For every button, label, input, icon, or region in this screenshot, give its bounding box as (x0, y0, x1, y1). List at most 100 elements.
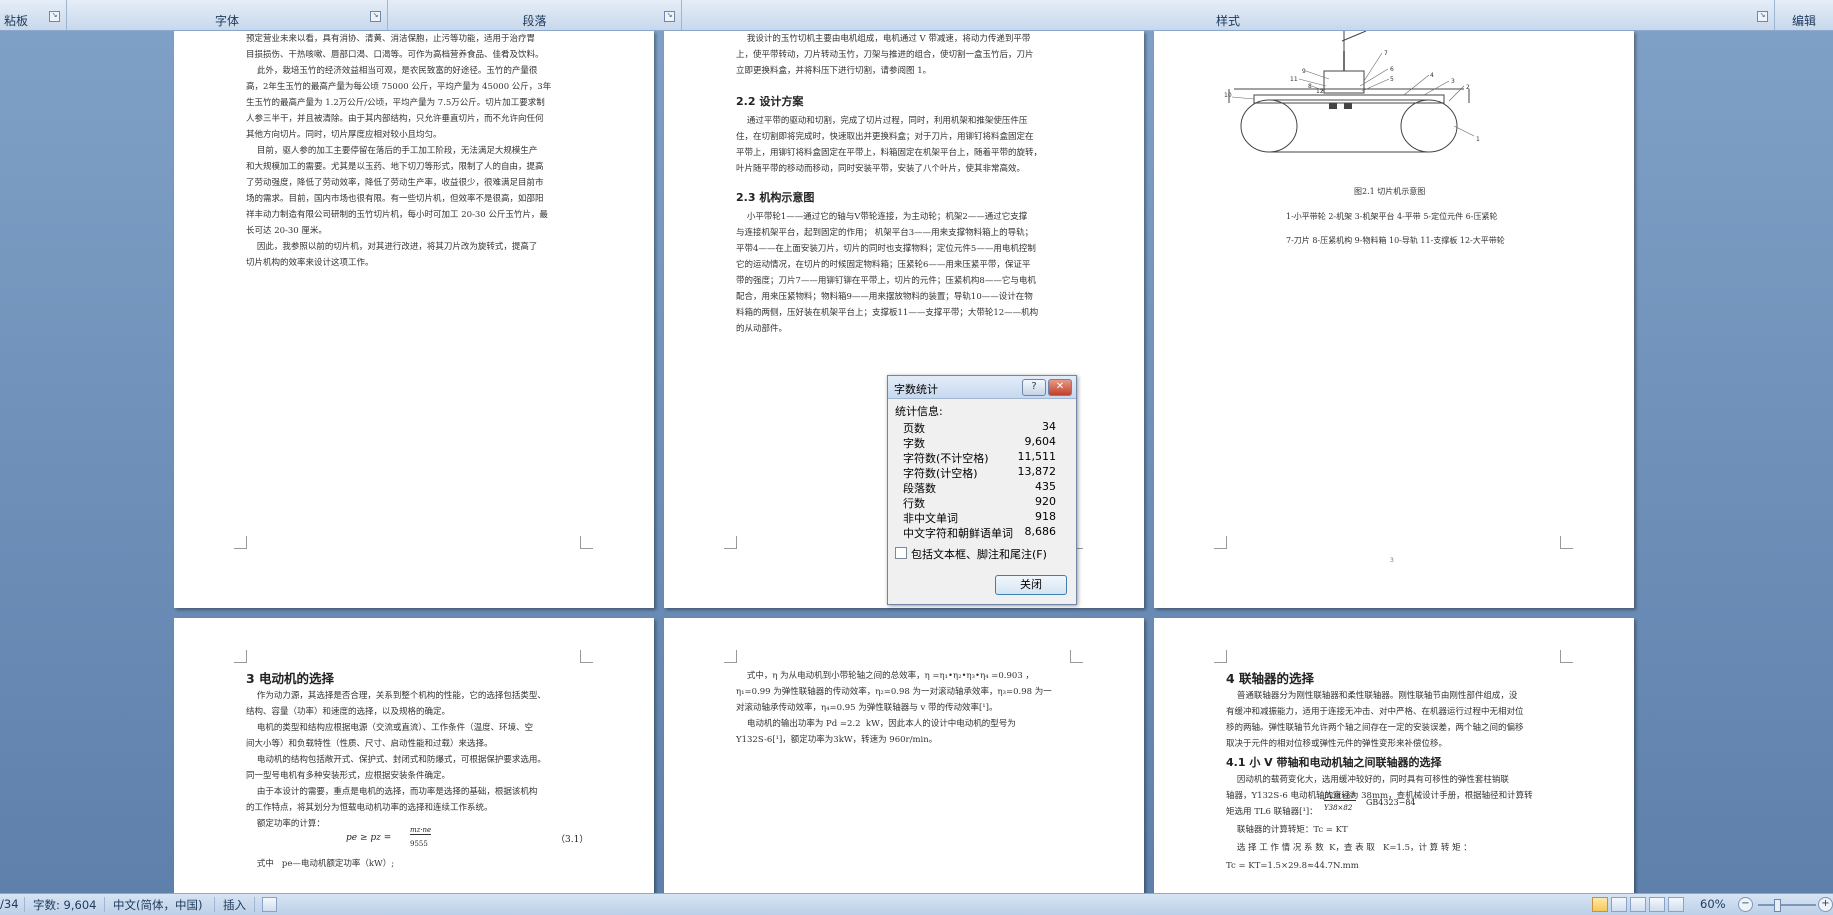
stat-value: 918 (1035, 510, 1056, 523)
text-line: 目前，驱人参的加工主要停留在落后的手工加工阶段，无法满足大规模生产 (246, 146, 538, 156)
text-line: 平带4——在上面安装刀片，切片的同时也支撑物料；定位元件5——用电机控制 (736, 244, 1036, 254)
chapter-heading: 3 电动机的选择 (246, 671, 335, 686)
full-screen-reading-view-icon[interactable] (1611, 897, 1627, 912)
close-button[interactable]: 关闭 (995, 575, 1067, 595)
include-textboxes-checkbox[interactable]: 包括文本框、脚注和尾注(F) (895, 546, 1047, 562)
stat-label: 段落数 (903, 482, 936, 495)
stat-label: 字符数(不计空格) (903, 452, 989, 465)
equation: pe ≥ pz = (346, 833, 392, 843)
stat-value: 34 (1042, 420, 1056, 433)
stat-row: 非中文单词 918 (903, 510, 1056, 525)
draft-view-icon[interactable] (1668, 897, 1684, 912)
ribbon-group-paragraph[interactable]: 段落 ↘ (388, 0, 682, 30)
web-layout-view-icon[interactable] (1630, 897, 1646, 912)
ribbon-group-editing[interactable]: 编辑 (1775, 0, 1833, 30)
ribbon-group-label: 编辑 (1791, 14, 1816, 28)
stat-value: 11,511 (1017, 450, 1057, 463)
diagram-label: 8 (1308, 83, 1312, 90)
outline-view-icon[interactable] (1649, 897, 1665, 912)
figure-caption: 图2.1 切片机示意图 (1354, 187, 1426, 196)
text-line: 高，2年生玉竹的最高产量为每公顷 75000 公斤，平均产量为 45000 公斤… (246, 82, 552, 92)
section-heading: 4.1 小 V 带轴和电动机轴之间联轴器的选择 (1226, 756, 1442, 769)
zoom-slider-track[interactable] (1758, 904, 1816, 906)
stat-label: 页数 (903, 422, 925, 435)
ribbon-group-label: 段落 (522, 14, 547, 28)
page-1[interactable]: 预定营业未来以看，具有消协、清黄、消洁保胞，止污等功能，适用于治疗胃 目损损伤、干… (174, 31, 654, 608)
section-heading: 2.2 设计方案 (736, 95, 804, 108)
zoom-level[interactable]: 60% (1700, 897, 1726, 911)
text-line: 对滚动轴承传动效率，η₄=0.95 为弹性联轴器与 v 带的传动效率[¹]。 (736, 703, 998, 713)
dialog-launcher-icon[interactable]: ↘ (370, 11, 381, 22)
page-body-text: 通过平带的驱动和切割，完成了切片过程，同时，利用机架和推架使压件压 住，在切割即将… (736, 113, 1076, 177)
word-count-dialog[interactable]: 字数统计 ? ✕ 统计信息: 页数 34 字数 9,604 字符数(不计空格) 11,… (887, 375, 1077, 605)
page-5[interactable]: 式中，η 为从电动机到小带轮轴之间的总效率，η =η₁•η₂•η₃•η₄ =0.… (664, 618, 1144, 908)
zoom-out-icon[interactable]: − (1738, 897, 1753, 912)
zoom-slider-thumb[interactable] (1774, 899, 1781, 912)
checkbox-label: 包括文本框、脚注和尾注(F) (911, 548, 1047, 561)
stat-row: 页数 34 (903, 420, 1056, 435)
text-line: 电动机的输出功率为 Pd =2.2 kW，因此本人的设计中电动机的型号为 (736, 719, 1016, 729)
close-icon[interactable]: ✕ (1048, 379, 1072, 396)
dialog-launcher-icon[interactable]: ↘ (664, 11, 675, 22)
crop-mark (580, 650, 593, 663)
help-icon[interactable]: ? (1022, 379, 1046, 396)
text-line: 立即更换料盒，并将料压下进行切割，请参阅图 1。 (736, 66, 932, 76)
diagram-label: 10 (1224, 92, 1232, 99)
dialog-launcher-icon[interactable]: ↘ (1757, 11, 1768, 22)
torque-line: 选 择 工 作 情 况 系 数 K，查 表 取 K=1.5，计 算 转 矩 ： (1226, 843, 1472, 853)
word-count-indicator[interactable]: 字数: 9,604 (33, 897, 96, 913)
text-line: 因此，我参照以前的切片机，对其进行改进，将其刀片改为旋转式，提高了 (246, 242, 538, 252)
checkbox-box[interactable] (895, 547, 907, 559)
diagram-label: 4 (1430, 72, 1434, 79)
dialog-titlebar[interactable]: 字数统计 ? ✕ (888, 376, 1076, 399)
page-3[interactable]: 1 2 3 4 5 6 7 8 9 10 11 12 图2.1 切片机示意图 1… (1154, 31, 1634, 608)
crop-mark (234, 650, 247, 663)
zoom-in-icon[interactable]: + (1818, 897, 1833, 912)
divider (214, 897, 215, 912)
crop-mark (1214, 536, 1227, 549)
stat-row: 中文字符和朝鲜语单词 8,686 (903, 525, 1056, 540)
stat-value: 920 (1035, 495, 1056, 508)
text-line: 带的强度；刀片7——用铆钉铆在平带上，切片的元件；压紧机构8——它与电机 (736, 276, 1036, 286)
ribbon: 粘板 ↘ 字体 ↘ 段落 ↘ 样式 ↘ 编辑 (0, 0, 1833, 31)
page-body-text: 作为动力源，其选择是否合理，关系到整个机构的性能，它的选择包括类型、 结构、容量（… (246, 688, 586, 832)
page-indicator[interactable]: /34 (0, 897, 19, 911)
text-line: 此外，栽培玉竹的经济效益相当可观，是农民致富的好途径。玉竹的产量很 (246, 66, 538, 76)
page-body-text: 式中 pe—电动机额定功率（kW）; (246, 859, 395, 869)
ribbon-group-clipboard[interactable]: 粘板 ↘ (0, 0, 67, 30)
crop-mark (234, 536, 247, 549)
equation-denominator: 9555 (410, 840, 428, 848)
text-line: Y132S-6[¹]，额定功率为3kW，转速为 960r/min。 (736, 735, 938, 745)
dialog-launcher-icon[interactable]: ↘ (49, 11, 60, 22)
text-line: η₁=0.99 为弹性联轴器的传动效率，η₂=0.98 为一对滚动轴承效率，η₃… (736, 687, 1052, 697)
page-4[interactable]: 3 电动机的选择 作为动力源，其选择是否合理，关系到整个机构的性能，它的选择包括… (174, 618, 654, 908)
crop-mark (1214, 650, 1227, 663)
text-line: 电机的类型和结构应根据电源（交流或直流）、工作条件（温度、环境、空 (246, 723, 534, 733)
print-layout-view-icon[interactable] (1592, 897, 1608, 912)
stat-row: 字符数(计空格) 13,872 (903, 465, 1056, 480)
coupling-standard: GB4323−84 (1366, 798, 1416, 807)
document-area[interactable]: 预定营业未来以看，具有消协、清黄、消洁保胞，止污等功能，适用于治疗胃 目损损伤、干… (0, 31, 1833, 908)
text-line: 的工作特点，将其划分为恒载电动机功率的选择和连续工作系统。 (246, 803, 493, 813)
page-number: 3 (1390, 557, 1394, 564)
divider (104, 897, 105, 912)
text-line: 由于本设计的需要，重点是电机的选择，而功率是选择的基础，根据该机构 (246, 787, 538, 797)
text-line: 和大规模加工的需要。尤其是以玉药、地下切刀等形式，限制了人的自由，提高 (246, 162, 544, 172)
ribbon-group-font[interactable]: 字体 ↘ (67, 0, 388, 30)
text-line: 上，使平带转动，刀片转动玉竹，刀架与推进的组合，使切割一盒玉竹后，刀片 (736, 50, 1034, 60)
text-line: 同一型号电机有多种安装形式，应根据安装条件确定。 (246, 771, 451, 781)
ribbon-group-label: 样式 (1215, 14, 1240, 28)
page-body-text: 预定营业未来以看，具有消协、清黄、消洁保胞，止污等功能，适用于治疗胃 目损损伤、干… (246, 31, 586, 271)
page-6[interactable]: 4 联轴器的选择 普通联轴器分为刚性联轴器和柔性联轴器。刚性联轴节由刚性部件组成… (1154, 618, 1634, 908)
diagram-label: 5 (1390, 76, 1394, 83)
divider (24, 897, 25, 912)
macro-record-icon[interactable] (262, 897, 277, 912)
text-line: 普通联轴器分为刚性联轴器和柔性联轴器。刚性联轴节由刚性部件组成，没 (1226, 691, 1518, 701)
stat-value: 13,872 (1017, 465, 1057, 478)
insert-mode-indicator[interactable]: 插入 (223, 897, 246, 913)
language-indicator[interactable]: 中文(简体，中国) (113, 897, 202, 913)
section-heading: 2.3 机构示意图 (736, 191, 815, 204)
text-line: 场的需求。目前，国内市场也很有限。有一些切片机，但效率不是很高，如邵阳 (246, 194, 544, 204)
figure-legend: 1-小平带轮 2-机架 3-机架平台 4-平带 5-定位元件 6-压紧轮 (1286, 212, 1498, 221)
ribbon-group-styles[interactable]: 样式 ↘ (682, 0, 1775, 30)
